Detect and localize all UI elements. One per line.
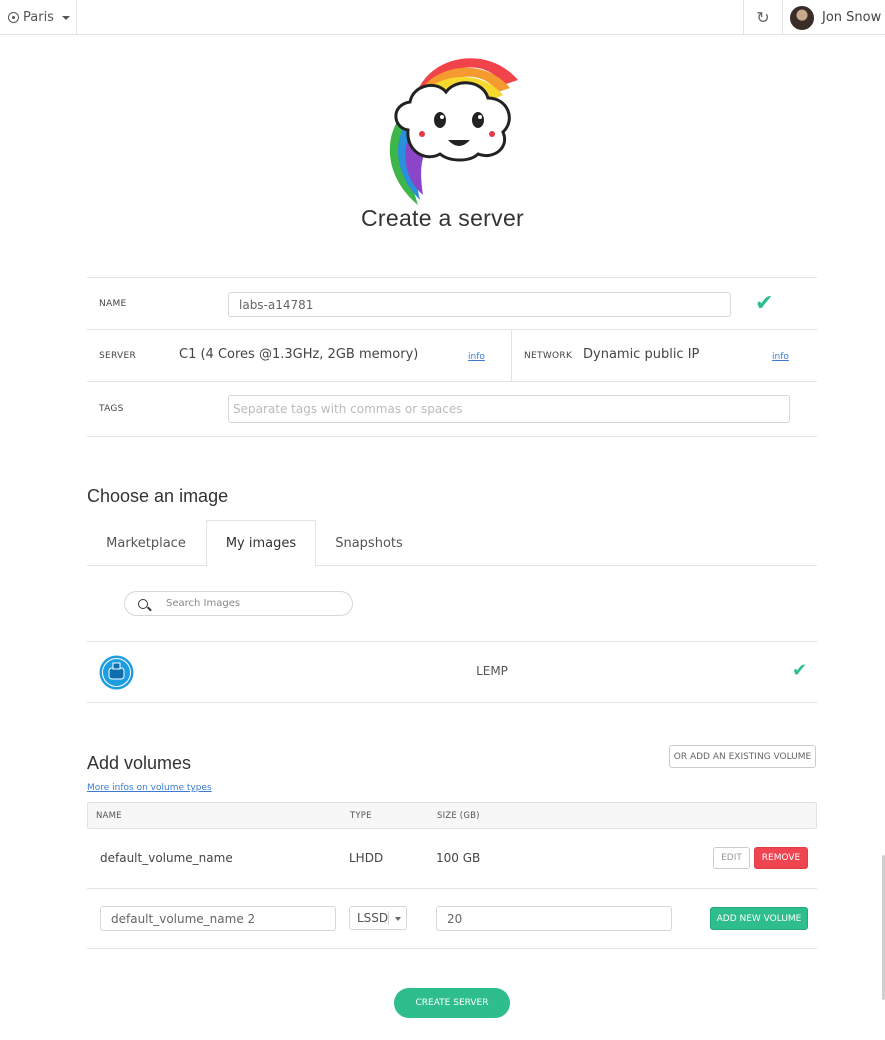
add-existing-volume-button[interactable]: OR ADD AN EXISTING VOLUME xyxy=(669,745,816,768)
checkmark-icon: ✔ xyxy=(755,291,774,316)
chevron-down-icon xyxy=(61,15,70,20)
tags-row: TAGS Separate tags with commas or spaces xyxy=(87,382,817,437)
server-type-value[interactable]: C1 (4 Cores @1.3GHz, 2GB memory) xyxy=(179,347,418,362)
server-info-link[interactable]: info xyxy=(468,352,485,362)
server-name-input[interactable]: labs-a14781 xyxy=(228,292,731,317)
network-value[interactable]: Dynamic public IP xyxy=(583,347,699,362)
volume-type-value: LSSD xyxy=(357,911,389,925)
volume-name: default_volume_name xyxy=(100,851,233,865)
image-tabs: Marketplace My images Snapshots xyxy=(87,520,817,567)
volume-types-link[interactable]: More infos on volume types xyxy=(87,783,212,793)
choose-image-title: Choose an image xyxy=(87,486,229,506)
edit-volume-button[interactable]: EDIT xyxy=(713,847,750,869)
image-name: LEMP xyxy=(476,664,508,678)
add-volumes-title: Add volumes xyxy=(87,753,192,773)
tab-marketplace[interactable]: Marketplace xyxy=(87,520,205,566)
network-label: NETWORK xyxy=(524,351,573,361)
region-label: Paris xyxy=(23,10,54,25)
refresh-button[interactable]: ↻ xyxy=(743,0,783,35)
header-name: NAME xyxy=(96,811,122,821)
caret-down-icon xyxy=(395,917,401,921)
mascot-logo xyxy=(389,58,518,205)
volume-table-header: NAME TYPE SIZE (GB) xyxy=(87,802,817,829)
volume-type: LHDD xyxy=(349,851,384,865)
location-icon xyxy=(8,12,19,23)
tags-input[interactable]: Separate tags with commas or spaces xyxy=(228,395,790,423)
volume-size-input[interactable]: 20 xyxy=(436,906,672,931)
tab-snapshots[interactable]: Snapshots xyxy=(317,520,421,566)
header-type: TYPE xyxy=(350,811,372,821)
region-selector[interactable]: Paris xyxy=(0,0,77,35)
new-volume-name-input[interactable]: default_volume_name 2 xyxy=(100,906,336,931)
remove-volume-button[interactable]: REMOVE xyxy=(754,847,808,869)
name-label: NAME xyxy=(99,299,127,309)
selected-checkmark-icon: ✔ xyxy=(792,660,808,681)
new-volume-row: default_volume_name 2 LSSD 20 ADD NEW VO… xyxy=(87,889,817,949)
server-network-row: SERVER C1 (4 Cores @1.3GHz, 2GB memory) … xyxy=(87,330,817,382)
search-icon xyxy=(138,598,148,609)
column-divider xyxy=(511,330,512,382)
top-bar: Paris ↻ Jon Snow xyxy=(0,0,885,35)
volume-size: 100 GB xyxy=(436,851,481,865)
tab-my-images[interactable]: My images xyxy=(206,520,316,567)
tags-label: TAGS xyxy=(99,404,124,414)
search-input[interactable]: Search Images xyxy=(166,598,240,609)
image-search[interactable]: Search Images xyxy=(124,591,353,616)
avatar xyxy=(790,5,814,30)
select-divider xyxy=(388,911,389,925)
image-list-item[interactable]: LEMP ✔ xyxy=(87,641,817,703)
user-menu[interactable]: Jon Snow xyxy=(790,0,881,35)
refresh-icon: ↻ xyxy=(756,8,770,27)
create-server-button[interactable]: CREATE SERVER xyxy=(394,988,510,1018)
header-size: SIZE (GB) xyxy=(437,811,480,821)
server-label: SERVER xyxy=(99,351,137,361)
page-title: Create a server xyxy=(360,205,524,231)
volume-type-select[interactable]: LSSD xyxy=(349,906,407,930)
network-info-link[interactable]: info xyxy=(772,352,789,362)
name-row: NAME labs-a14781 ✔ xyxy=(87,278,817,330)
add-new-volume-button[interactable]: ADD NEW VOLUME xyxy=(710,907,808,930)
server-form: NAME labs-a14781 ✔ SERVER C1 (4 Cores @1… xyxy=(87,277,817,437)
table-row: default_volume_name LHDD 100 GB EDIT REM… xyxy=(87,829,817,889)
user-name: Jon Snow xyxy=(822,10,882,25)
